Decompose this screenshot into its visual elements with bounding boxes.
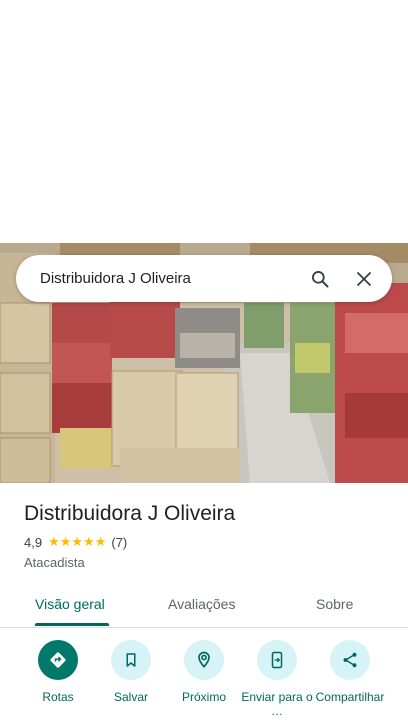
bookmark-icon — [126, 653, 136, 667]
directions-label: Rotas — [42, 690, 74, 704]
share-label: Compartilhar — [315, 690, 385, 704]
send-to-phone-icon — [271, 651, 283, 669]
nearby-label: Próximo — [181, 690, 226, 704]
map-area-blank — [0, 0, 408, 243]
rating-value: 4,9 — [24, 534, 43, 550]
nearby-icon — [198, 651, 210, 668]
tab-bar: Visão geral Avaliações Sobre — [0, 586, 408, 628]
review-count: (7) — [111, 534, 128, 550]
close-button[interactable] — [342, 257, 386, 301]
active-tab-indicator — [35, 623, 109, 626]
search-bar[interactable]: Distribuidora J Oliveira — [16, 255, 392, 302]
place-title: Distribuidora J Oliveira — [24, 502, 236, 525]
share-icon — [343, 652, 357, 668]
tab-overview[interactable]: Visão geral — [35, 596, 105, 612]
place-info: Distribuidora J Oliveira 4,9 ★★★★★ (7) A… — [24, 500, 394, 570]
tab-reviews[interactable]: Avaliações — [168, 596, 235, 612]
share-button[interactable]: Compartilhar — [310, 640, 390, 704]
directions-icon — [50, 652, 66, 668]
save-button[interactable]: Salvar — [91, 640, 171, 704]
search-button[interactable] — [298, 257, 342, 301]
send-to-phone-label: Enviar para o … — [241, 690, 313, 718]
tab-about[interactable]: Sobre — [316, 596, 353, 612]
action-bar: Rotas Salvar Próximo Enviar para o … Com… — [0, 640, 408, 726]
close-icon — [357, 271, 371, 286]
rating-stars: ★★★★★ — [48, 534, 107, 549]
search-query[interactable]: Distribuidora J Oliveira — [16, 270, 298, 287]
place-category: Atacadista — [24, 555, 85, 570]
rating-row[interactable]: 4,9 ★★★★★ (7) — [24, 534, 394, 550]
search-icon — [312, 270, 329, 287]
nearby-button[interactable]: Próximo — [164, 640, 244, 704]
send-to-phone-button[interactable]: Enviar para o … — [237, 640, 317, 718]
directions-button[interactable]: Rotas — [18, 640, 98, 704]
save-label: Salvar — [113, 690, 148, 704]
